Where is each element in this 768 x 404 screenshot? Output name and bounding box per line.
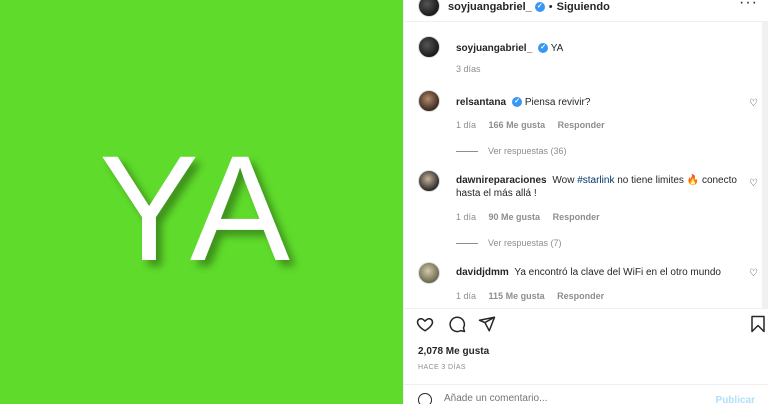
view-replies-button[interactable]: Ver respuestas (7)	[456, 238, 562, 248]
caption-meta: 3 días	[456, 64, 491, 74]
comment-item: relsantana ✓ Piensa revivir? ♡ 1 día 166 …	[418, 90, 758, 160]
comment-username[interactable]: davidjdmm	[456, 267, 509, 278]
verified-badge-icon: ✓	[538, 43, 549, 54]
comment-text-line: davidjdmm Ya encontró la clave del WiFi …	[456, 266, 756, 279]
commenter-avatar[interactable]	[418, 170, 440, 192]
comment-likes[interactable]: 166 Me gusta	[489, 120, 546, 130]
following-button[interactable]: Siguiendo	[557, 1, 610, 13]
comment-time[interactable]: 1 día	[456, 120, 476, 130]
comment-like-heart-icon[interactable]: ♡	[749, 178, 758, 189]
post-header: soyjuangabriel_ ✓ • Siguiendo ···	[404, 0, 768, 22]
replies-divider	[456, 242, 478, 244]
caption: soyjuangabriel_ ✓ YA 3 días	[418, 36, 758, 76]
view-replies-label: Ver respuestas (36)	[488, 146, 567, 156]
comment-likes[interactable]: 90 Me gusta	[489, 212, 541, 222]
share-icon[interactable]	[478, 315, 496, 333]
caption-time[interactable]: 3 días	[456, 64, 481, 74]
hashtag-link[interactable]: #starlink	[577, 175, 614, 186]
comment-meta: 1 día 90 Me gusta Responder	[456, 212, 610, 222]
likes-count[interactable]: 2,078 Me gusta	[418, 346, 489, 357]
comment-username[interactable]: dawnireparaciones	[456, 175, 547, 186]
reply-button[interactable]: Responder	[553, 212, 600, 222]
publish-button[interactable]: Publicar	[716, 395, 755, 404]
author-username[interactable]: soyjuangabriel_	[448, 1, 532, 13]
comment-text-before: Wow	[552, 175, 578, 186]
comment-text: Ya encontró la clave del WiFi en el otro…	[514, 267, 721, 278]
more-horizontal-icon[interactable]: ···	[739, 0, 758, 12]
post-side-panel: soyjuangabriel_ ✓ • Siguiendo ··· soyjua…	[403, 0, 768, 404]
comment-text: Piensa revivir?	[524, 97, 591, 108]
separator-dot: •	[548, 0, 553, 13]
caption-text: YA	[550, 43, 564, 54]
post-media[interactable]: YA	[0, 0, 403, 404]
reply-button[interactable]: Responder	[557, 291, 604, 301]
comment-like-heart-icon[interactable]: ♡	[749, 98, 758, 109]
comments-list[interactable]: soyjuangabriel_ ✓ YA 3 días relsantana ✓ P…	[404, 22, 768, 308]
reply-button[interactable]: Responder	[558, 120, 605, 130]
verified-badge-icon: ✓	[534, 1, 545, 12]
caption-username[interactable]: soyjuangabriel_	[456, 43, 532, 54]
post-image-text: YA	[99, 123, 292, 292]
comment-meta: 1 día 115 Me gusta Responder	[456, 291, 614, 301]
comment-text-line: dawnireparaciones Wow #starlink no tiene…	[456, 174, 756, 200]
verified-badge-icon: ✓	[512, 97, 523, 108]
instagram-post-view: YA soyjuangabriel_ ✓ • Siguiendo ··· soy…	[0, 0, 768, 404]
commenter-avatar[interactable]	[418, 90, 440, 112]
add-comment-bar: Publicar	[404, 384, 768, 404]
post-time-ago[interactable]: HACE 3 DÍAS	[418, 364, 466, 371]
comment-input[interactable]	[444, 393, 664, 404]
comment-meta: 1 día 166 Me gusta Responder	[456, 120, 615, 130]
comment-username[interactable]: relsantana	[456, 97, 506, 108]
author-avatar[interactable]	[418, 36, 440, 58]
comment-time[interactable]: 1 día	[456, 212, 476, 222]
comment-icon[interactable]	[448, 315, 466, 333]
comment-text-line: relsantana ✓ Piensa revivir?	[456, 96, 756, 109]
post-image[interactable]: YA	[0, 0, 403, 404]
commenter-avatar[interactable]	[418, 262, 440, 284]
comment-likes[interactable]: 115 Me gusta	[489, 291, 545, 301]
heart-icon[interactable]	[416, 315, 434, 333]
comment-item: davidjdmm Ya encontró la clave del WiFi …	[418, 262, 758, 308]
comment-item: dawnireparaciones Wow #starlink no tiene…	[418, 170, 758, 250]
author-avatar[interactable]	[418, 0, 440, 17]
comment-like-heart-icon[interactable]: ♡	[749, 268, 758, 279]
bookmark-icon[interactable]	[749, 315, 767, 333]
comment-time[interactable]: 1 día	[456, 291, 476, 301]
replies-divider	[456, 150, 478, 152]
comments-scrollbar[interactable]	[762, 22, 768, 308]
view-replies-label: Ver respuestas (7)	[488, 238, 562, 248]
action-bar	[404, 308, 768, 338]
caption-text-line: soyjuangabriel_ ✓ YA	[456, 42, 756, 55]
view-replies-button[interactable]: Ver respuestas (36)	[456, 146, 567, 156]
emoji-icon[interactable]	[418, 393, 432, 404]
